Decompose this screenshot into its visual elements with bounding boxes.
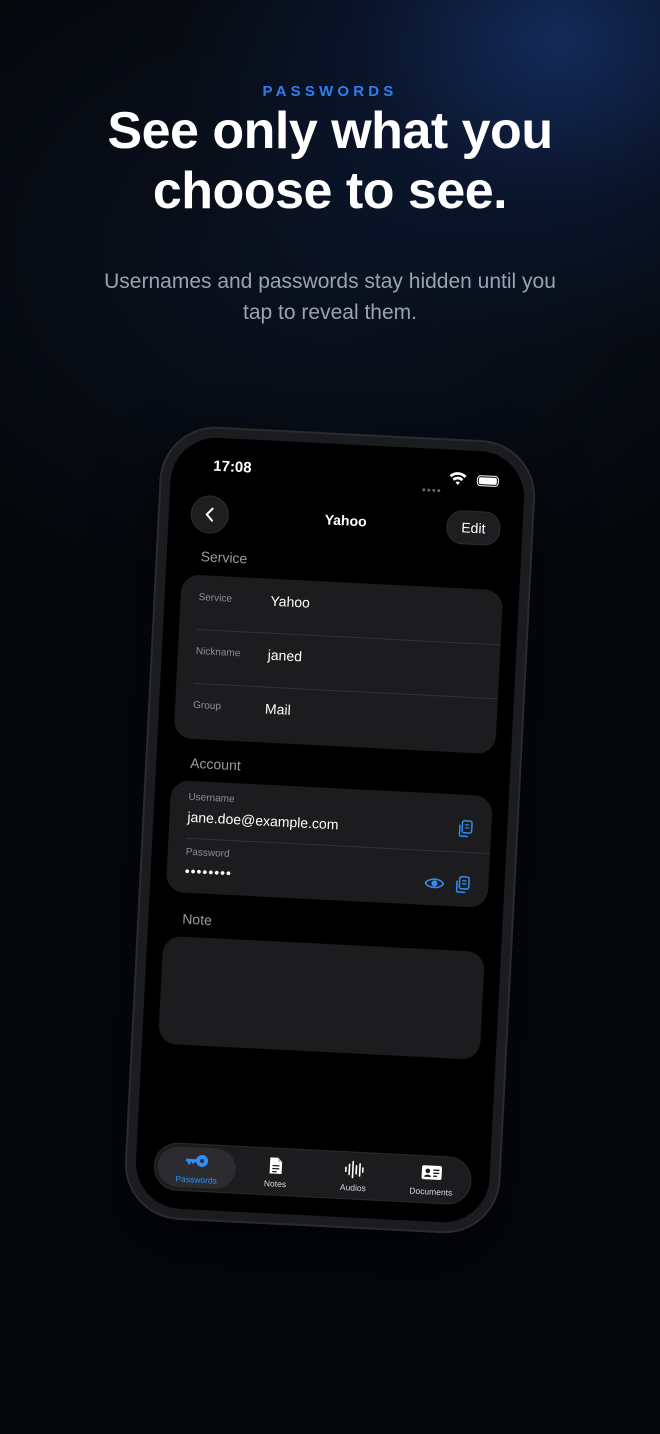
nickname-row-label: Nickname bbox=[195, 645, 241, 660]
key-icon bbox=[186, 1154, 209, 1167]
tab-notes[interactable]: Notes bbox=[236, 1150, 316, 1194]
username-label: Username bbox=[188, 791, 235, 806]
phone-frame: 17:08 Yahoo Edit Service Service Yahoo N… bbox=[124, 426, 536, 1234]
wifi-icon bbox=[449, 472, 467, 486]
username-value[interactable]: jane.doe@example.com bbox=[187, 809, 339, 833]
nickname-row-value: janed bbox=[267, 646, 303, 665]
subtitle: Usernames and passwords stay hidden unti… bbox=[60, 266, 600, 328]
navigation-bar: Yahoo Edit bbox=[168, 493, 524, 551]
eyebrow-label: PASSWORDS bbox=[262, 83, 398, 100]
account-section-label: Account bbox=[189, 754, 242, 774]
service-section-label: Service bbox=[200, 548, 248, 567]
status-time: 17:08 bbox=[212, 457, 253, 477]
password-label: Password bbox=[185, 846, 230, 860]
document-icon bbox=[269, 1157, 283, 1174]
edit-button[interactable]: Edit bbox=[445, 509, 502, 547]
note-section-label: Note bbox=[181, 910, 213, 929]
eye-icon bbox=[424, 878, 445, 889]
battery-icon bbox=[476, 474, 500, 488]
headline-line-1: See only what you bbox=[107, 102, 553, 160]
phone-screen: 17:08 Yahoo Edit Service Service Yahoo N… bbox=[133, 435, 527, 1225]
tab-documents-label: Documents bbox=[409, 1185, 453, 1198]
copy-icon bbox=[455, 875, 470, 894]
divider bbox=[186, 837, 491, 855]
account-card: Username jane.doe@example.com Password •… bbox=[165, 779, 493, 909]
subtitle-line-2: tap to reveal them. bbox=[243, 301, 417, 324]
tab-passwords[interactable]: Passwords bbox=[156, 1145, 237, 1190]
password-value[interactable]: •••••••• bbox=[184, 863, 232, 881]
signal-icon bbox=[422, 478, 443, 493]
service-card: Service Yahoo Nickname janed Group Mail bbox=[173, 574, 504, 755]
tab-bar: Passwords Notes Audios Documents bbox=[152, 1141, 473, 1206]
waveform-icon bbox=[344, 1160, 364, 1179]
copy-username-button[interactable] bbox=[455, 818, 476, 839]
service-row-value: Yahoo bbox=[270, 592, 311, 611]
id-card-icon bbox=[421, 1165, 443, 1180]
tab-passwords-label: Passwords bbox=[175, 1173, 218, 1186]
tab-audios[interactable]: Audios bbox=[314, 1154, 394, 1198]
reveal-password-button[interactable] bbox=[424, 873, 445, 894]
subtitle-line-1: Usernames and passwords stay hidden unti… bbox=[104, 270, 556, 293]
service-row-label: Service bbox=[198, 592, 233, 605]
group-row-value: Mail bbox=[264, 700, 292, 718]
tab-notes-label: Notes bbox=[263, 1178, 287, 1190]
note-field[interactable] bbox=[157, 935, 486, 1060]
copy-password-button[interactable] bbox=[452, 874, 473, 895]
headline: See only what you choose to see. bbox=[0, 101, 660, 221]
headline-line-2: choose to see. bbox=[152, 162, 508, 220]
group-row-label: Group bbox=[192, 699, 222, 713]
tab-audios-label: Audios bbox=[339, 1181, 367, 1194]
copy-icon bbox=[458, 820, 473, 838]
tab-documents[interactable]: Documents bbox=[391, 1158, 471, 1202]
status-bar: 17:08 bbox=[170, 436, 526, 504]
